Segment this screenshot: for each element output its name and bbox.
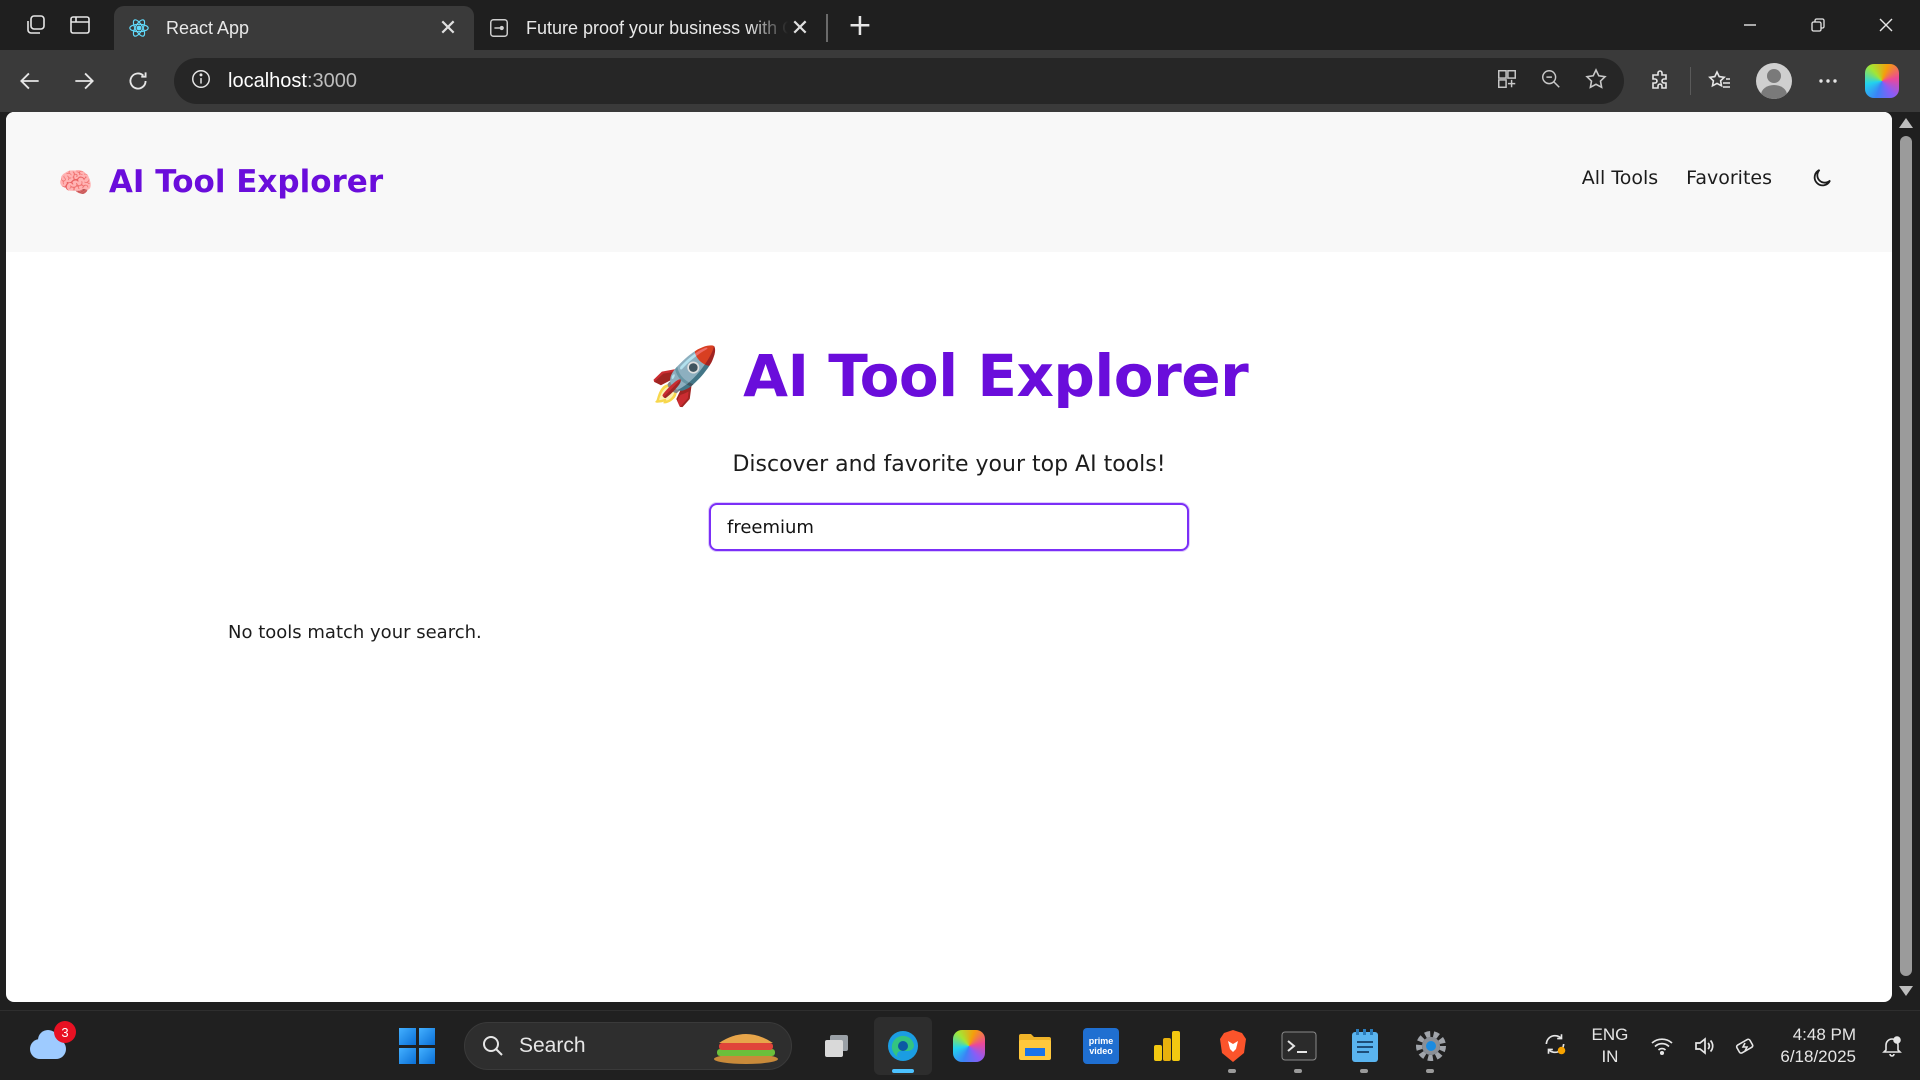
taskbar: 3 Search prime video ENG IN 4:48 PM 6/18… (0, 1010, 1920, 1080)
refresh-icon[interactable] (114, 57, 162, 105)
toolbar-divider (1690, 67, 1691, 95)
nav-favorites-link[interactable]: Favorites (1686, 167, 1772, 189)
brain-icon: 🧠 (58, 165, 93, 199)
minimize-icon[interactable] (1716, 0, 1784, 50)
forward-icon[interactable] (60, 57, 108, 105)
system-tray: ENG IN 4:48 PM 6/18/2025 (1542, 1011, 1920, 1080)
favorites-icon[interactable] (1697, 58, 1743, 104)
copilot-app-icon[interactable] (940, 1017, 998, 1075)
workspaces-icon[interactable] (18, 7, 54, 43)
close-icon[interactable]: ✕ (788, 15, 812, 40)
app-nav: All Tools Favorites (1554, 164, 1836, 192)
tab-title: React App (166, 17, 250, 38)
clock[interactable]: 4:48 PM 6/18/2025 (1780, 1024, 1856, 1068)
clock-time: 4:48 PM (1792, 1025, 1856, 1044)
hero: 🚀 AI Tool Explorer (6, 342, 1892, 410)
settings-gear-icon[interactable] (1402, 1017, 1460, 1075)
volume-icon (1695, 1037, 1714, 1055)
terminal-icon[interactable] (1270, 1017, 1328, 1075)
sync-icon[interactable] (1542, 1031, 1568, 1062)
notification-bell-icon[interactable] (1872, 1026, 1912, 1066)
power-bi-icon[interactable] (1138, 1017, 1196, 1075)
taskbar-apps: Search prime video (388, 1011, 1468, 1080)
notification-badge: 3 (54, 1021, 76, 1043)
quick-settings[interactable] (1650, 1034, 1758, 1058)
page-viewport: 🧠 AI Tool Explorer All Tools Favorites 🚀… (6, 112, 1892, 1002)
address-bar[interactable]: localhost:3000 (174, 58, 1624, 104)
url-text: localhost:3000 (228, 69, 357, 92)
weather-widget[interactable]: 3 (28, 1021, 76, 1065)
page-scrollbar[interactable] (1892, 112, 1920, 1002)
react-icon (128, 17, 150, 39)
task-view-icon[interactable] (808, 1017, 866, 1075)
windows-icon (399, 1028, 435, 1064)
search-input[interactable] (709, 503, 1189, 551)
page-title: 🚀 AI Tool Explorer (649, 342, 1249, 410)
search-container (709, 503, 1189, 551)
prime-video-icon[interactable]: prime video (1072, 1017, 1130, 1075)
page-title-text: AI Tool Explorer (743, 342, 1249, 410)
tab-title: Future proof your business with G (526, 17, 788, 38)
app-header: 🧠 AI Tool Explorer All Tools Favorites (6, 112, 1892, 252)
new-tab-icon[interactable]: + (840, 5, 880, 45)
language-indicator[interactable]: ENG IN (1592, 1024, 1629, 1068)
scroll-thumb[interactable] (1900, 136, 1912, 976)
app-available-icon[interactable] (1496, 68, 1518, 94)
back-icon[interactable] (6, 57, 54, 105)
restore-icon[interactable] (1784, 0, 1852, 50)
tagline: Discover and favorite your top AI tools! (732, 452, 1166, 477)
brand-title: AI Tool Explorer (108, 164, 384, 200)
extensions-icon[interactable] (1638, 58, 1684, 104)
scroll-up-icon[interactable] (1899, 118, 1913, 128)
battery-charging-icon (1736, 1038, 1754, 1054)
moon-icon[interactable] (1808, 164, 1836, 192)
brave-browser-icon[interactable] (1204, 1017, 1262, 1075)
copilot-icon[interactable] (1859, 58, 1905, 104)
avatar (1756, 63, 1792, 99)
page-icon (488, 17, 510, 39)
profile-avatar[interactable] (1751, 58, 1797, 104)
brand-logo[interactable]: 🧠 AI Tool Explorer (58, 164, 383, 200)
favorite-star-icon[interactable] (1584, 67, 1608, 95)
sandwich-icon (714, 1034, 778, 1064)
start-button[interactable] (388, 1017, 446, 1075)
wifi-icon (1651, 1038, 1673, 1056)
more-options-icon[interactable] (1805, 58, 1851, 104)
close-icon[interactable]: ✕ (436, 15, 460, 40)
clock-date: 6/18/2025 (1780, 1047, 1856, 1066)
edge-browser-icon[interactable] (874, 1017, 932, 1075)
zoom-out-icon[interactable] (1540, 68, 1562, 94)
browser-tab-strip: React App ✕ Future proof your business w… (0, 0, 1920, 50)
nav-all-tools-link[interactable]: All Tools (1582, 167, 1658, 189)
search-icon (483, 1036, 503, 1056)
close-window-icon[interactable] (1852, 0, 1920, 50)
tab-future-proof[interactable]: Future proof your business with G ✕ (474, 6, 826, 50)
window-controls (1716, 0, 1920, 50)
tab-separator (826, 14, 828, 42)
rocket-icon: 🚀 (649, 344, 720, 409)
taskbar-search[interactable]: Search (464, 1022, 792, 1070)
scroll-down-icon[interactable] (1899, 986, 1913, 996)
site-info-icon[interactable] (190, 68, 212, 94)
notepad-icon[interactable] (1336, 1017, 1394, 1075)
taskbar-search-label: Search (519, 1034, 586, 1057)
tab-actions-icon[interactable] (62, 7, 98, 43)
tab-react-app[interactable]: React App ✕ (114, 6, 474, 50)
browser-toolbar: localhost:3000 (0, 50, 1920, 112)
empty-state-message: No tools match your search. (228, 622, 482, 643)
file-explorer-icon[interactable] (1006, 1017, 1064, 1075)
